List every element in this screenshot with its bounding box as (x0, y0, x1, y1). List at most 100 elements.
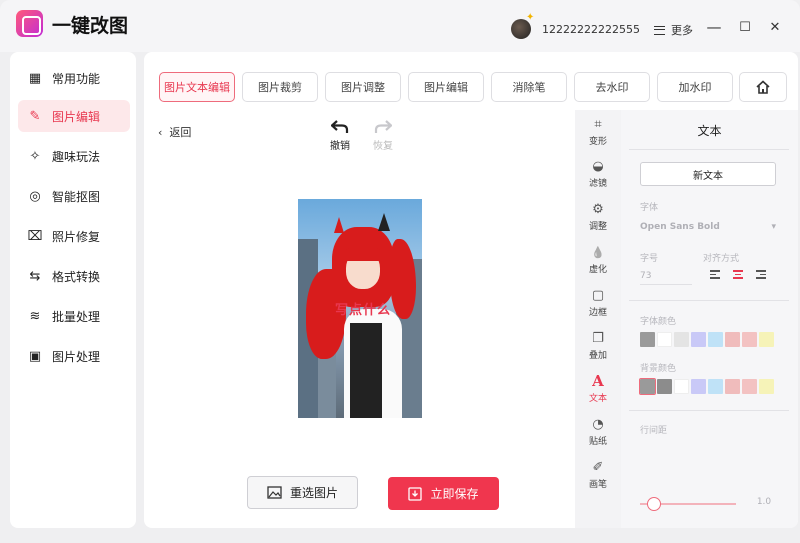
tool-label: 贴纸 (588, 437, 607, 447)
reselect-image-button[interactable]: 重选图片 (247, 476, 358, 509)
slider-handle[interactable] (647, 497, 662, 511)
text-panel: 文本 新文本 字体 Open Sans Bold ▾ 字号 73 对齐方式 字体… (621, 110, 798, 528)
sidebar-item-common[interactable]: ▦ 常用功能 (18, 62, 130, 94)
tool-label: 调整 (588, 222, 607, 232)
tool-label: 画笔 (588, 480, 607, 490)
filter-icon: ◒ (592, 158, 604, 174)
canvas-image[interactable]: 写点什么 (298, 199, 422, 418)
tab-adjust[interactable]: 图片调整 (325, 72, 401, 102)
sidebar-item-restore[interactable]: ⌧ 照片修复 (18, 220, 130, 252)
undo-label: 撤销 (330, 141, 350, 152)
tab-crop[interactable]: 图片裁剪 (242, 72, 318, 102)
tool-text[interactable]: A 文本 (575, 372, 621, 404)
tool-brush[interactable]: ✐ 画笔 (575, 459, 621, 491)
blur-icon: 💧 (591, 245, 605, 259)
font-label: 字体 (640, 203, 659, 213)
magic-wand-icon: ✧ (29, 148, 41, 164)
sidebar-item-batch[interactable]: ≋ 批量处理 (18, 300, 130, 332)
grid-icon: ▦ (28, 70, 42, 86)
sidebar-item-label: 智能抠图 (52, 189, 101, 204)
tool-label: 边框 (588, 308, 607, 318)
sticker-icon: ◔ (592, 416, 604, 432)
more-label: 更多 (671, 24, 693, 37)
sidebar-item-cutout[interactable]: ◎ 智能抠图 (18, 180, 130, 212)
color-swatch[interactable] (708, 332, 723, 347)
brush-icon: ✐ (592, 459, 604, 475)
edit-icon: ✎ (29, 108, 41, 124)
chevron-down-icon: ▾ (771, 222, 776, 232)
new-text-button[interactable]: 新文本 (640, 162, 776, 186)
divider (629, 410, 789, 411)
more-button[interactable]: 更多 (654, 22, 693, 38)
undo-button[interactable]: 撤销 (330, 120, 350, 152)
color-swatch[interactable] (708, 379, 723, 394)
color-swatch[interactable] (691, 332, 706, 347)
tab-image-edit[interactable]: 图片编辑 (408, 72, 484, 102)
sidebar-item-fun[interactable]: ✧ 趣味玩法 (18, 140, 130, 172)
convert-icon: ⇆ (29, 268, 41, 284)
sidebar: ▦ 常用功能 ✎ 图片编辑 ✧ 趣味玩法 ◎ 智能抠图 ⌧ 照片修复 ⇆ 格式转… (10, 52, 136, 528)
tab-remove-watermark[interactable]: 去水印 (574, 72, 650, 102)
minimize-button[interactable]: — (706, 18, 722, 36)
save-button[interactable]: 立即保存 (388, 477, 499, 510)
maximize-button[interactable]: ☐ (737, 19, 753, 35)
redo-icon (374, 120, 392, 133)
overlay-icon: ❐ (592, 330, 604, 346)
font-select[interactable]: Open Sans Bold ▾ (640, 218, 776, 236)
color-swatch[interactable] (759, 379, 774, 394)
color-swatch[interactable] (691, 379, 706, 394)
align-left-icon[interactable] (710, 270, 720, 279)
tab-eraser[interactable]: 消除笔 (491, 72, 567, 102)
font-color-label: 字体颜色 (640, 317, 677, 327)
color-swatch[interactable] (742, 379, 757, 394)
tool-overlay[interactable]: ❐ 叠加 (575, 330, 621, 362)
sidebar-item-process[interactable]: ▣ 图片处理 (18, 340, 130, 372)
save-label: 立即保存 (430, 487, 479, 501)
user-name[interactable]: 12222222222555 (542, 23, 640, 36)
tab-text-edit[interactable]: 图片文本编辑 (159, 72, 235, 102)
line-spacing-label: 行间距 (640, 426, 668, 436)
sidebar-item-label: 常用功能 (52, 71, 101, 86)
title-bar: 一键改图 ✦ 12222222222555 更多 — ☐ ✕ (0, 0, 800, 52)
color-swatch[interactable] (674, 379, 689, 394)
tool-border[interactable]: ▢ 边框 (575, 287, 621, 319)
divider (629, 149, 789, 150)
color-swatch[interactable] (725, 332, 740, 347)
tool-filter[interactable]: ◒ 滤镜 (575, 158, 621, 190)
color-swatch[interactable] (759, 332, 774, 347)
redo-button[interactable]: 恢复 (373, 120, 393, 152)
tool-blur[interactable]: 💧 虚化 (575, 244, 621, 276)
color-swatch[interactable] (725, 379, 740, 394)
tool-strip: ⌗ 变形 ◒ 滤镜 ⚙ 调整 💧 虚化 ▢ 边框 ❐ 叠加 A 文本 ◔ 贴纸 (575, 110, 621, 528)
sidebar-item-convert[interactable]: ⇆ 格式转换 (18, 260, 130, 292)
align-center-icon[interactable] (733, 270, 743, 279)
sidebar-item-label: 批量处理 (52, 309, 101, 324)
color-swatch[interactable] (742, 332, 757, 347)
home-button[interactable] (739, 72, 787, 102)
tool-sticker[interactable]: ◔ 贴纸 (575, 416, 621, 448)
color-swatch[interactable] (640, 332, 655, 347)
canvas-text-overlay[interactable]: 写点什么 (335, 299, 391, 318)
sparkle-icon: ✦ (526, 12, 535, 23)
image-icon (267, 486, 282, 499)
app-title: 一键改图 (52, 15, 129, 37)
font-size-input[interactable]: 73 (640, 267, 692, 285)
sidebar-item-label: 格式转换 (52, 269, 101, 284)
tool-label: 叠加 (588, 351, 607, 361)
border-icon: ▢ (591, 287, 605, 303)
tab-add-watermark[interactable]: 加水印 (657, 72, 733, 102)
color-swatch[interactable] (657, 379, 672, 394)
sidebar-item-label: 图片处理 (52, 349, 101, 364)
color-swatch[interactable] (657, 332, 672, 347)
align-right-icon[interactable] (756, 270, 766, 279)
back-button[interactable]: ‹ 返回 (158, 124, 191, 140)
sidebar-item-image-edit[interactable]: ✎ 图片编辑 (18, 100, 130, 132)
adjust-icon: ⚙ (592, 201, 604, 217)
color-swatch[interactable] (639, 378, 656, 395)
tool-adjust[interactable]: ⚙ 调整 (575, 201, 621, 233)
close-button[interactable]: ✕ (767, 19, 783, 35)
color-swatch[interactable] (674, 332, 689, 347)
line-spacing-value[interactable]: 1.0 (750, 497, 778, 511)
app-logo-icon (16, 10, 43, 37)
tool-transform[interactable]: ⌗ 变形 (575, 116, 621, 148)
